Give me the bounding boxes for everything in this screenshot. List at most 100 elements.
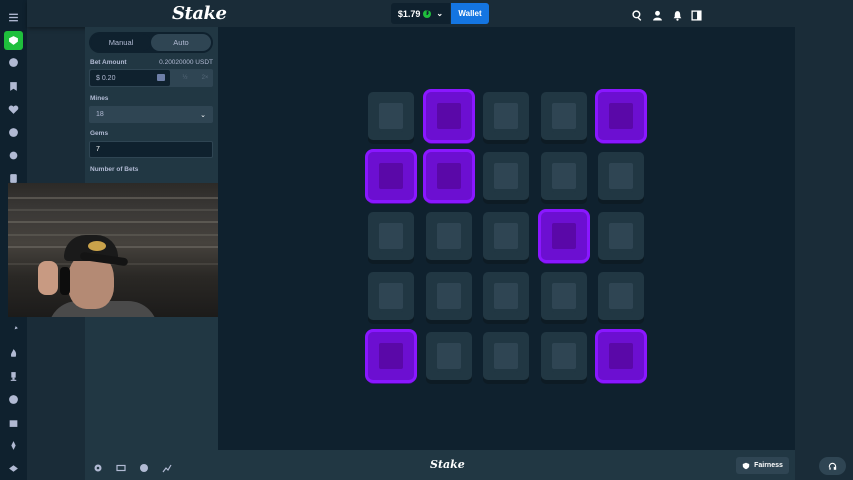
tile-face xyxy=(494,343,518,369)
currency-flag-icon xyxy=(157,74,165,81)
mine-tile[interactable] xyxy=(598,212,644,260)
tile-face xyxy=(551,343,576,369)
tile-face xyxy=(494,223,518,249)
usdt-coin-icon: ₮ xyxy=(423,9,432,18)
mine-tile-gem[interactable] xyxy=(368,332,414,380)
webcam-overlay xyxy=(8,183,218,317)
live-stats-icon[interactable] xyxy=(162,460,172,473)
tab-auto[interactable]: Auto xyxy=(151,34,211,51)
mine-tile[interactable] xyxy=(598,272,644,320)
stats-icon[interactable] xyxy=(139,460,149,472)
chevron-down-icon: ⌄ xyxy=(200,112,206,119)
target-icon[interactable] xyxy=(4,390,23,409)
mine-tile[interactable] xyxy=(425,332,472,380)
settings-icon[interactable] xyxy=(4,146,23,165)
gems-field: 7 xyxy=(89,141,213,158)
gift-icon[interactable] xyxy=(4,413,23,432)
mine-tile-gem[interactable] xyxy=(598,332,644,380)
mine-tile-gem[interactable] xyxy=(598,92,644,140)
mine-tile[interactable] xyxy=(483,332,529,380)
tab-manual[interactable]: Manual xyxy=(91,34,151,51)
handshake-icon[interactable] xyxy=(4,459,23,478)
tile-face xyxy=(551,283,576,309)
half-bet-button[interactable]: ½ xyxy=(175,70,195,86)
footer-stake-logo: Stake xyxy=(430,458,465,471)
tile-face xyxy=(609,223,633,249)
tile-face xyxy=(379,103,403,129)
gem-icon xyxy=(379,163,403,189)
tile-face xyxy=(379,283,403,309)
mine-tile[interactable] xyxy=(425,272,472,320)
rocket-icon[interactable] xyxy=(4,436,23,455)
mine-tile-gem[interactable] xyxy=(540,212,587,260)
mine-tile[interactable] xyxy=(483,152,529,200)
mines-value: 18 xyxy=(96,111,104,118)
mines-select[interactable]: 18 ⌄ xyxy=(89,106,213,123)
mine-tile[interactable] xyxy=(368,92,414,140)
trophy-icon[interactable] xyxy=(4,367,23,386)
tile-face xyxy=(436,283,461,309)
mine-tile[interactable] xyxy=(483,212,529,260)
gem-icon xyxy=(609,103,633,129)
gem-icon xyxy=(436,103,461,129)
mine-tile[interactable] xyxy=(483,92,529,140)
bet-amount-input[interactable]: $ 0.20 xyxy=(90,70,170,86)
shield-icon xyxy=(742,462,750,469)
mine-tile[interactable] xyxy=(483,272,529,320)
chevron-down-icon: ⌄ xyxy=(436,9,444,18)
fairness-button[interactable]: Fairness xyxy=(736,457,789,474)
mines-game-area xyxy=(218,27,795,450)
user-icon[interactable] xyxy=(652,8,663,21)
bookmark-icon[interactable] xyxy=(4,77,23,96)
wrench-icon[interactable] xyxy=(4,321,23,340)
heart-icon[interactable] xyxy=(4,100,23,119)
mine-tile[interactable] xyxy=(425,212,472,260)
right-margin xyxy=(795,27,853,450)
tile-face xyxy=(379,223,403,249)
mine-tile-gem[interactable] xyxy=(425,92,472,140)
bet-amount-group: $ 0.20 ½ 2× xyxy=(89,69,213,87)
settings-icon[interactable] xyxy=(93,460,103,472)
balance-dropdown[interactable]: $1.79 ₮ ⌄ xyxy=(391,3,450,24)
tile-face xyxy=(609,283,633,309)
mines-label: Mines xyxy=(90,95,109,102)
mine-tile[interactable] xyxy=(540,332,587,380)
game-footer: Stake Fairness xyxy=(85,450,795,480)
double-bet-button[interactable]: 2× xyxy=(195,70,215,86)
headset-icon xyxy=(828,462,837,470)
sports-icon[interactable] xyxy=(4,53,23,72)
top-bar: Stake $1.79 ₮ ⌄ Wallet xyxy=(27,0,853,27)
mine-tile[interactable] xyxy=(540,272,587,320)
bet-mode-tabs: Manual Auto xyxy=(89,32,213,53)
tile-face xyxy=(494,163,518,189)
mine-tile-gem[interactable] xyxy=(368,152,414,200)
menu-icon[interactable] xyxy=(4,8,23,27)
bell-icon[interactable] xyxy=(672,8,683,21)
mine-tile-gem[interactable] xyxy=(425,152,472,200)
mine-tile[interactable] xyxy=(540,152,587,200)
tile-face xyxy=(436,223,461,249)
mine-tile[interactable] xyxy=(540,92,587,140)
gem-icon xyxy=(551,223,576,249)
fire-icon[interactable] xyxy=(4,344,23,363)
casino-icon[interactable] xyxy=(4,31,23,50)
wallet-button[interactable]: Wallet xyxy=(451,3,489,24)
cap-logo xyxy=(88,241,106,251)
chat-icon[interactable] xyxy=(4,123,23,142)
streamer-hand xyxy=(38,261,58,295)
stake-logo[interactable]: Stake xyxy=(172,3,227,24)
balance-amount: $1.79 xyxy=(397,8,421,19)
tile-face xyxy=(551,163,576,189)
tile-face xyxy=(494,103,518,129)
tile-face xyxy=(609,163,633,189)
gems-value: 7 xyxy=(96,146,100,153)
theatre-mode-icon[interactable] xyxy=(116,460,126,472)
live-support-button[interactable] xyxy=(819,457,846,475)
mine-tile[interactable] xyxy=(368,272,414,320)
bet-amount-crypto: 0.20020000 USDT xyxy=(159,59,213,66)
fairness-label: Fairness xyxy=(754,462,783,469)
mine-tile[interactable] xyxy=(368,212,414,260)
mine-tile[interactable] xyxy=(598,152,644,200)
sidebar-toggle-icon[interactable] xyxy=(691,8,702,21)
search-icon[interactable] xyxy=(632,8,643,21)
